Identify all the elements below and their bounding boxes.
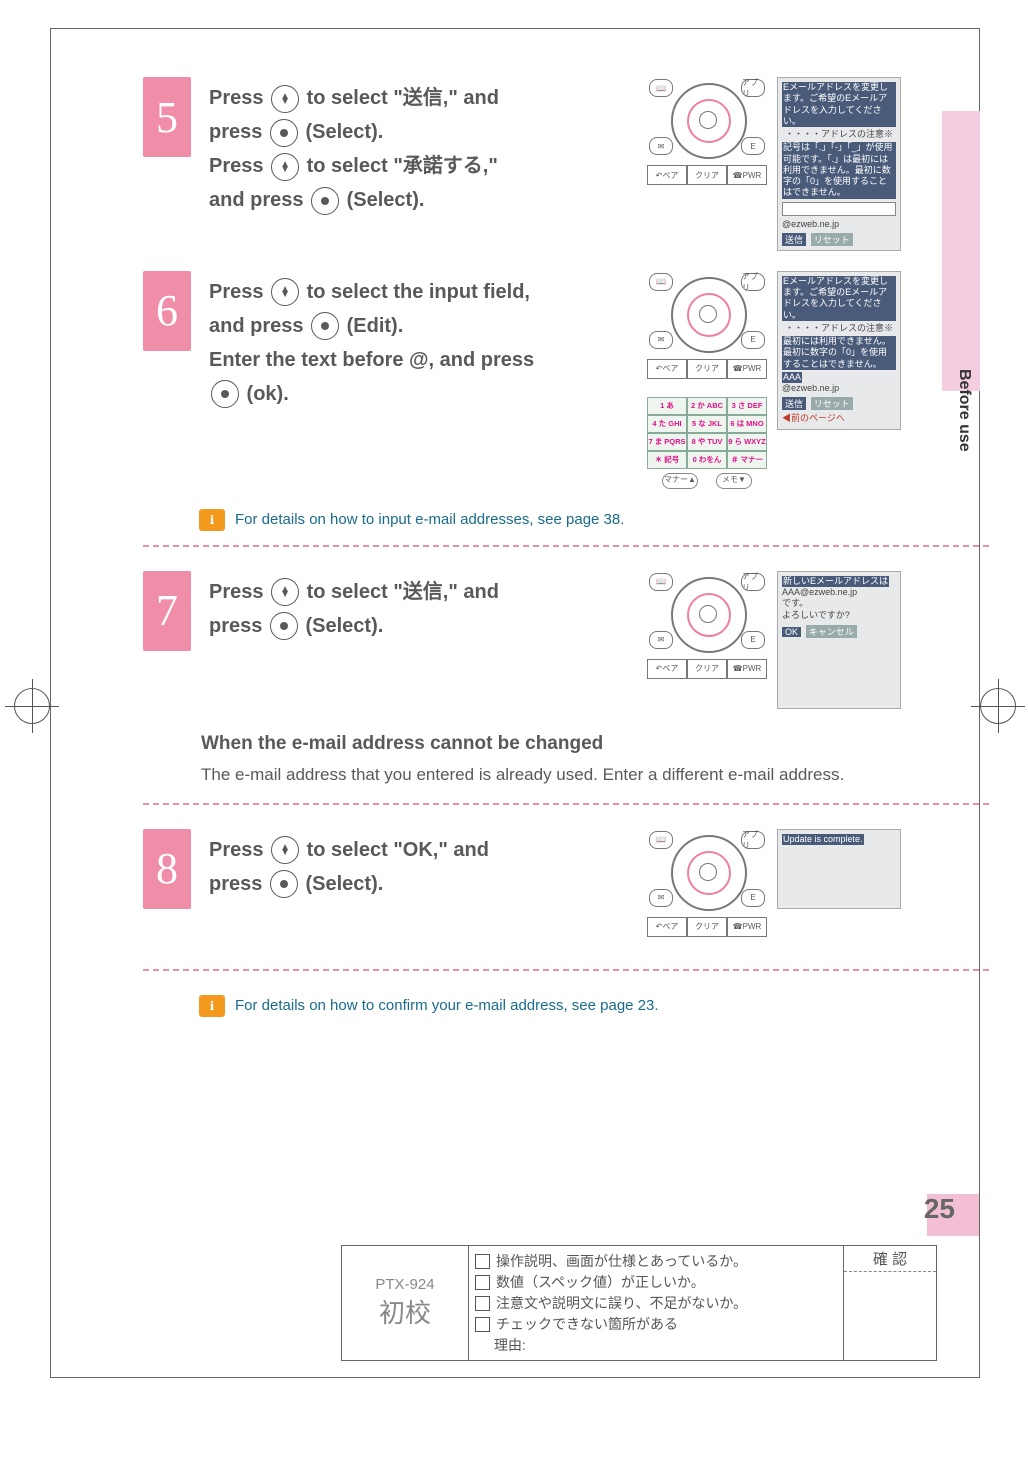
proof-check-table: PTX-924 初校 操作説明、画面が仕様とあっているか。 数値（スペック値）が…: [341, 1245, 937, 1361]
softkey-left: ↶ ペア: [647, 659, 687, 679]
phone-keys-diagram: 📖 アプリ ✉ E ↶ ペア クリア ☎ PWR: [647, 571, 767, 691]
pill-mail-icon: ✉: [649, 331, 673, 349]
step-text: Press ▲▼ to select the input field, and …: [209, 271, 629, 489]
proof-model: PTX-924: [375, 1276, 434, 1293]
nav-arrows-icon: ▲▼: [271, 836, 299, 864]
step-number: 6: [143, 271, 191, 351]
pill-book-icon: 📖: [649, 273, 673, 291]
phone-keys-diagram: 📖 アプリ ✉ E ↶ ペア クリア ☎ PWR: [647, 271, 767, 391]
divider: [143, 803, 989, 805]
pill-e-icon: E: [741, 331, 765, 349]
softkey-left: ↶ ペア: [647, 917, 687, 937]
pill-mail-icon: ✉: [649, 631, 673, 649]
softkey-left: ↶ ペア: [647, 359, 687, 379]
softkey-right: ☎ PWR: [727, 359, 767, 379]
step-7-thumbs: 📖 アプリ ✉ E ↶ ペア クリア ☎ PWR 新しいEメールアドレスは: [647, 571, 901, 709]
step-6-thumbs: 📖 アプリ ✉ E ↶ ペア クリア ☎ PWR: [647, 271, 901, 489]
pill-e-icon: E: [741, 631, 765, 649]
pill-app-icon: アプリ: [741, 573, 765, 591]
select-dot-icon: [311, 187, 339, 215]
step-7: 7 Press ▲▼ to select "送信," and press (Se…: [143, 571, 989, 709]
pill-book-icon: 📖: [649, 79, 673, 97]
softkey-mid: クリア: [687, 917, 727, 937]
registration-mark-left: [14, 688, 50, 724]
pill-app-icon: アプリ: [741, 79, 765, 97]
step-6-screen: Eメールアドレスを変更します。ご希望のEメールアドレスを入力してください。 ・・…: [777, 271, 901, 430]
note-6: ℹ For details on how to input e-mail add…: [199, 509, 989, 531]
side-tab-bg: [942, 111, 980, 391]
pill-app-icon: アプリ: [741, 831, 765, 849]
softkey-mid: クリア: [687, 359, 727, 379]
softkey-right: ☎ PWR: [727, 917, 767, 937]
step-6: 6 Press ▲▼ to select the input field, an…: [143, 271, 989, 489]
nav-arrows-icon: ▲▼: [271, 153, 299, 181]
page-frame: Before use 5 Press ▲▼ to select "送信," an…: [50, 28, 980, 1378]
pill-e-icon: E: [741, 889, 765, 907]
nav-arrows-icon: ▲▼: [271, 278, 299, 306]
step-number: 8: [143, 829, 191, 909]
pill-book-icon: 📖: [649, 831, 673, 849]
pill-mail-icon: ✉: [649, 137, 673, 155]
pill-mail-icon: ✉: [649, 889, 673, 907]
step-8-thumbs: 📖 アプリ ✉ E ↶ ペア クリア ☎ PWR Update is compl…: [647, 829, 901, 949]
divider: [143, 545, 989, 547]
step-7-screen: 新しいEメールアドレスは AAA@ezweb.ne.jp です。 よろしいですか…: [777, 571, 901, 709]
proof-confirm-header: 確 認: [844, 1246, 936, 1272]
side-tab-label: Before use: [955, 369, 973, 452]
select-dot-icon: [311, 312, 339, 340]
select-dot-icon: [270, 870, 298, 898]
page-content: 5 Press ▲▼ to select "送信," and press (Se…: [143, 77, 989, 1029]
phone-keys-diagram: 📖 アプリ ✉ E ↶ ペア クリア ☎ PWR: [647, 829, 767, 949]
select-dot-icon: [211, 380, 239, 408]
step-8-screen: Update is complete.: [777, 829, 901, 909]
info-icon: ℹ: [199, 995, 225, 1017]
registration-mark-right: [980, 688, 1016, 724]
step-text: Press ▲▼ to select "送信," and press (Sele…: [209, 77, 629, 251]
nav-arrows-icon: ▲▼: [271, 85, 299, 113]
step-8: 8 Press ▲▼ to select "OK," and press (Se…: [143, 829, 989, 949]
step-5-thumbs: 📖 アプリ ✉ E ↶ ペア クリア ☎ PWR Eメールアドレスを変更します。…: [647, 77, 901, 251]
proof-stage: 初校: [379, 1293, 431, 1330]
phone-keys-diagram: 📖 アプリ ✉ E ↶ ペア クリア ☎ PWR: [647, 77, 767, 197]
info-icon: ℹ: [199, 509, 225, 531]
page-number: 25: [924, 1193, 955, 1225]
pill-e-icon: E: [741, 137, 765, 155]
step-text: Press ▲▼ to select "送信," and press (Sele…: [209, 571, 629, 709]
divider: [143, 969, 989, 971]
step-5: 5 Press ▲▼ to select "送信," and press (Se…: [143, 77, 989, 251]
step-number: 5: [143, 77, 191, 157]
softkey-left: ↶ ペア: [647, 165, 687, 185]
softkey-mid: クリア: [687, 165, 727, 185]
phone-keypad: 1 あ2 か ABC3 さ DEF 4 た GHI5 な JKL6 は MNO …: [647, 397, 767, 469]
note-8: ℹ For details on how to confirm your e-m…: [199, 995, 989, 1017]
select-dot-icon: [270, 612, 298, 640]
softkey-right: ☎ PWR: [727, 659, 767, 679]
step-text: Press ▲▼ to select "OK," and press (Sele…: [209, 829, 629, 949]
pill-app-icon: アプリ: [741, 273, 765, 291]
step-number: 7: [143, 571, 191, 651]
pill-book-icon: 📖: [649, 573, 673, 591]
nav-arrows-icon: ▲▼: [271, 578, 299, 606]
step-5-screen: Eメールアドレスを変更します。ご希望のEメールアドレスを入力してください。 ・・…: [777, 77, 901, 251]
select-dot-icon: [270, 119, 298, 147]
softkey-right: ☎ PWR: [727, 165, 767, 185]
softkey-mid: クリア: [687, 659, 727, 679]
step-7-subsection: When the e-mail address cannot be change…: [201, 729, 989, 789]
